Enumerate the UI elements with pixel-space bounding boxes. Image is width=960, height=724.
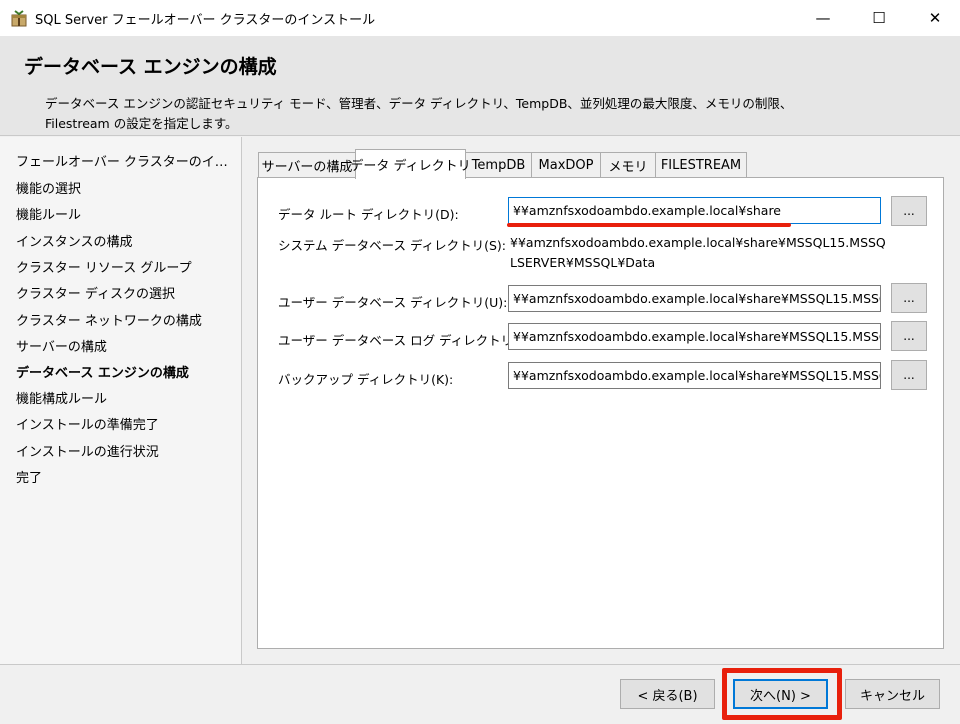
- page-description: データベース エンジンの認証セキュリティ モード、管理者、データ ディレクトリ、…: [45, 96, 793, 131]
- nav-item-feature-config-rules[interactable]: 機能構成ルール: [16, 388, 231, 407]
- user-log-browse-button[interactable]: ...: [891, 321, 927, 351]
- user-log-label: ユーザー データベース ログ ディレクトリ(L):: [278, 333, 535, 348]
- annotation-underline: [507, 223, 791, 227]
- system-db-label: システム データベース ディレクトリ(S):: [278, 238, 506, 253]
- nav-item-cluster-disk[interactable]: クラスター ディスクの選択: [16, 283, 231, 302]
- data-root-browse-button[interactable]: ...: [891, 196, 927, 226]
- nav-item-instance-config[interactable]: インスタンスの構成: [16, 231, 231, 250]
- setup-steps-nav: フェールオーバー クラスターのインスト... 機能の選択 機能ルール インスタン…: [0, 137, 242, 664]
- nav-item-complete[interactable]: 完了: [16, 467, 231, 486]
- user-db-input[interactable]: ¥¥amznfsxodoambdo.example.local¥share¥MS…: [508, 285, 881, 312]
- tab-data-directories[interactable]: データ ディレクトリ: [350, 149, 471, 179]
- tab-tempdb[interactable]: TempDB: [465, 152, 532, 178]
- back-button[interactable]: < 戻る(B): [620, 679, 715, 709]
- tab-server-config[interactable]: サーバーの構成: [258, 152, 356, 178]
- user-log-input[interactable]: ¥¥amznfsxodoambdo.example.local¥share¥MS…: [508, 323, 881, 350]
- backup-label: バックアップ ディレクトリ(K):: [278, 372, 454, 387]
- page-header: データベース エンジンの構成 データベース エンジンの認証セキュリティ モード、…: [0, 36, 960, 136]
- nav-item-cluster-network[interactable]: クラスター ネットワークの構成: [16, 310, 231, 329]
- window-title: SQL Server フェールオーバー クラスターのインストール: [35, 13, 376, 28]
- user-db-browse-button[interactable]: ...: [891, 283, 927, 313]
- sql-server-setup-icon: [11, 10, 27, 27]
- nav-item-server-config[interactable]: サーバーの構成: [16, 336, 231, 355]
- system-db-value: ¥¥amznfsxodoambdo.example.local¥share¥MS…: [510, 235, 886, 270]
- annotation-highlight-box: [722, 668, 842, 720]
- data-directories-panel: データ ルート ディレクトリ(D): ¥¥amznfsxodoambdo.exa…: [257, 177, 944, 649]
- backup-input[interactable]: ¥¥amznfsxodoambdo.example.local¥share¥MS…: [508, 362, 881, 389]
- nav-item-cluster-resource-group[interactable]: クラスター リソース グループ: [16, 257, 231, 276]
- nav-item-install-progress[interactable]: インストールの進行状況: [16, 441, 231, 460]
- nav-item-feature-rules[interactable]: 機能ルール: [16, 204, 231, 223]
- page-title: データベース エンジンの構成: [24, 56, 277, 78]
- minimize-button[interactable]: —: [800, 0, 846, 36]
- data-root-input[interactable]: ¥¥amznfsxodoambdo.example.local¥share: [508, 197, 881, 224]
- maximize-button[interactable]: ☐: [856, 0, 902, 36]
- nav-item-failover-cluster[interactable]: フェールオーバー クラスターのインスト...: [16, 151, 231, 170]
- nav-item-feature-selection[interactable]: 機能の選択: [16, 178, 231, 197]
- cancel-button[interactable]: キャンセル: [845, 679, 940, 709]
- nav-item-ready-to-install[interactable]: インストールの準備完了: [16, 414, 231, 433]
- data-root-label: データ ルート ディレクトリ(D):: [278, 207, 459, 222]
- title-bar: SQL Server フェールオーバー クラスターのインストール — ☐ ✕: [0, 0, 960, 36]
- close-button[interactable]: ✕: [912, 0, 958, 36]
- user-db-label: ユーザー データベース ディレクトリ(U):: [278, 295, 508, 310]
- tab-maxdop[interactable]: MaxDOP: [531, 152, 601, 178]
- tab-memory[interactable]: メモリ: [600, 152, 656, 178]
- tab-filestream[interactable]: FILESTREAM: [655, 152, 747, 178]
- backup-browse-button[interactable]: ...: [891, 360, 927, 390]
- nav-item-database-engine-config[interactable]: データベース エンジンの構成: [16, 362, 231, 381]
